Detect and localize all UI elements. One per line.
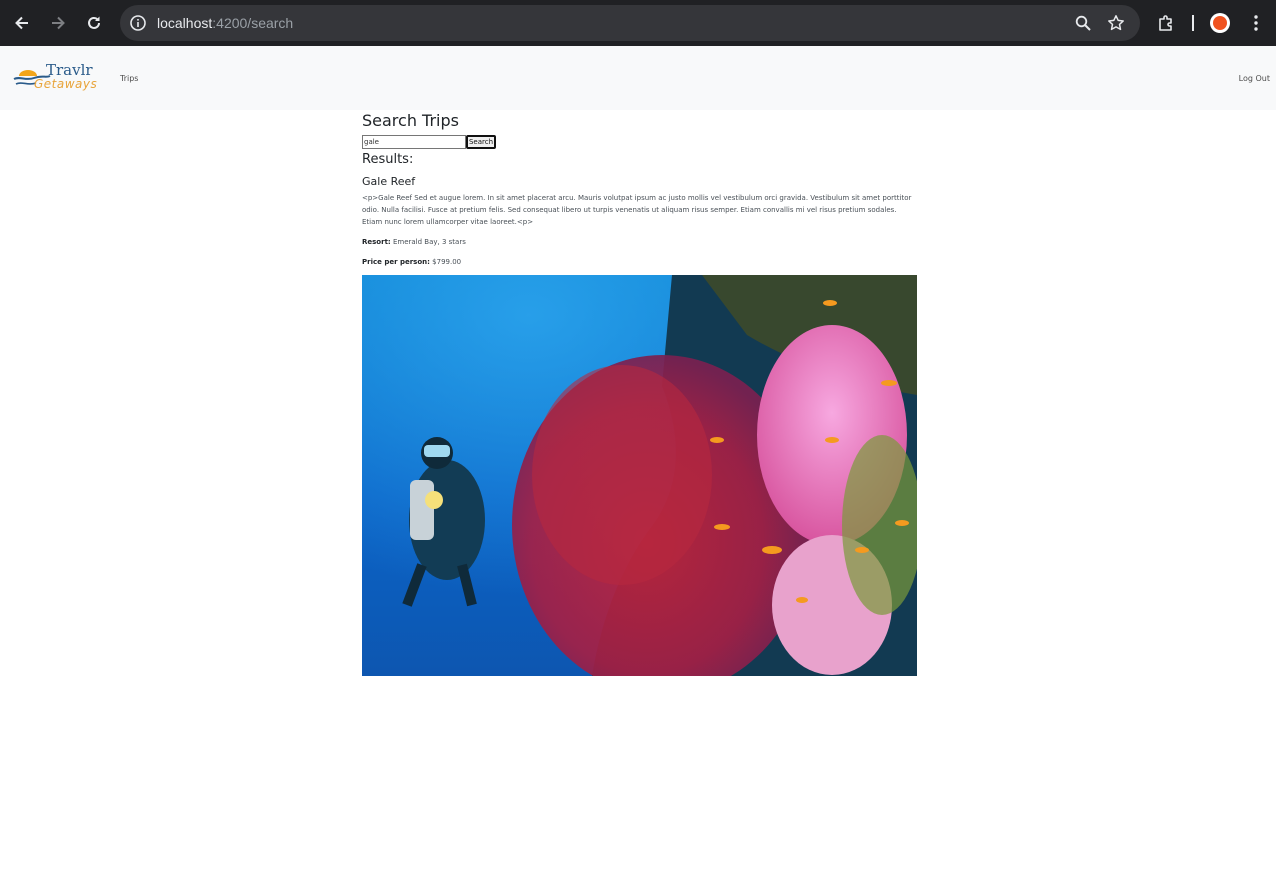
toolbar-divider [1192,15,1194,31]
zoom-icon[interactable] [1072,12,1094,34]
app-navbar: Travlr Getaways Trips Log Out [0,46,1276,110]
url-path: :4200/search [212,15,294,31]
travlr-logo[interactable]: Travlr Getaways [12,60,106,96]
result-card: Gale Reef <p>Gale Reef Sed et augue lore… [362,175,918,676]
url-host: localhost [157,15,213,31]
search-page: Search Trips Search Results: Gale Reef <… [362,110,918,676]
site-info-icon[interactable] [128,13,148,33]
logo-text-getaways: Getaways [34,77,98,91]
url-text: localhost:4200/search [157,13,293,33]
menu-kebab-icon[interactable] [1244,11,1268,35]
address-bar[interactable]: localhost:4200/search [120,5,1140,41]
price-value: $799.00 [432,258,462,266]
search-input[interactable] [362,135,466,149]
trip-name: Gale Reef [362,175,416,188]
profile-avatar-icon[interactable] [1210,13,1230,33]
trip-price: Price per person: $799.00 [362,257,918,268]
trip-resort: Resort: Emerald Bay, 3 stars [362,237,918,248]
page-title: Search Trips [362,111,459,130]
resort-value: Emerald Bay, 3 stars [392,238,466,246]
browser-toolbar: localhost:4200/search [0,0,1276,46]
resort-label: Resort: [362,238,391,246]
trip-photo-reef-diver [362,275,917,676]
nav-link-logout[interactable]: Log Out [1239,74,1270,83]
reload-icon[interactable] [82,11,106,35]
extensions-icon[interactable] [1154,11,1178,35]
bookmark-star-icon[interactable] [1105,12,1127,34]
price-label: Price per person: [362,258,430,266]
search-form: Search [362,135,918,149]
nav-link-trips[interactable]: Trips [120,74,138,83]
forward-icon[interactable] [46,11,70,35]
results-heading: Results: [362,152,414,167]
search-button[interactable]: Search [466,135,496,149]
trip-description: <p>Gale Reef Sed et augue lorem. In sit … [362,194,912,226]
back-icon[interactable] [10,11,34,35]
